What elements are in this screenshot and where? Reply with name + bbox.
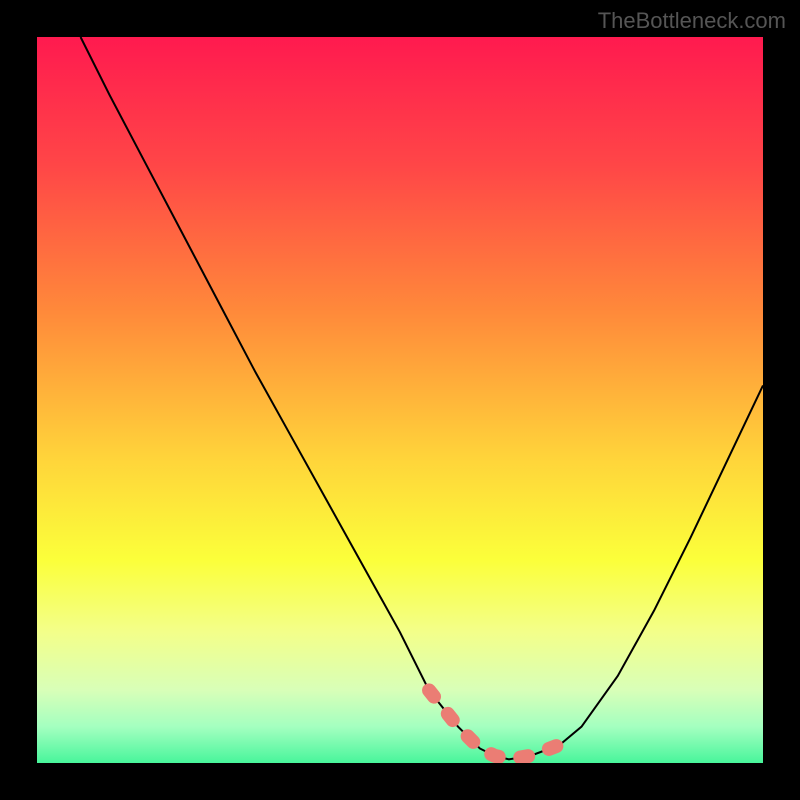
attribution-label: TheBottleneck.com xyxy=(598,8,786,34)
chart-svg xyxy=(37,37,763,763)
gradient-background xyxy=(37,37,763,763)
plot-area xyxy=(37,37,763,763)
chart-container: TheBottleneck.com xyxy=(0,0,800,800)
